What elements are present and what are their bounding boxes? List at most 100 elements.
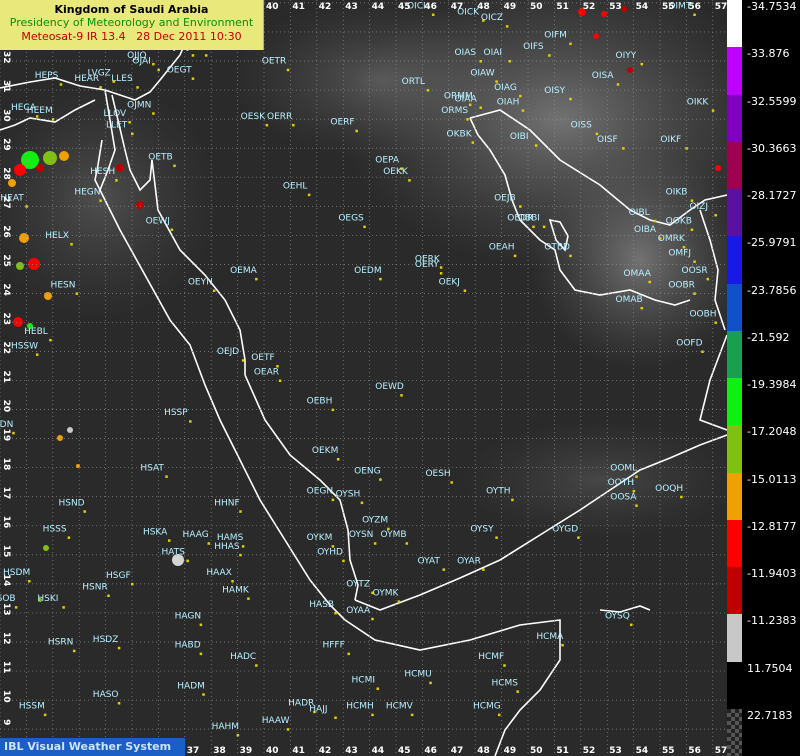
station-label: OJJO	[127, 51, 146, 61]
lat-label: 9	[1, 719, 11, 725]
lon-label-top: 56	[688, 2, 701, 12]
station-label: LVGZ	[88, 68, 111, 78]
station-marker	[117, 702, 121, 705]
lon-label-bottom: 39	[240, 746, 253, 756]
station-label: OOBH	[689, 309, 716, 319]
legend-swatch	[727, 708, 742, 756]
station-label: OYHD	[317, 548, 343, 558]
station-label: HASB	[309, 600, 334, 610]
station-marker	[471, 141, 475, 144]
station-marker	[376, 687, 380, 690]
station-label: ORMS	[441, 106, 468, 116]
agency-title: Presidency of Meteorology and Environmen…	[9, 16, 254, 29]
station-label: HAAG	[183, 530, 209, 540]
lat-label: 17	[1, 487, 11, 500]
station-marker	[191, 54, 195, 57]
lat-label: 31	[1, 80, 11, 93]
legend-swatch	[727, 614, 742, 662]
station-label: HSAT	[140, 463, 164, 473]
station-marker	[212, 289, 216, 292]
station-label: HSND	[58, 498, 84, 508]
station-marker	[25, 205, 28, 208]
station-label: OIBL	[629, 208, 650, 218]
station-label: OERR	[267, 112, 292, 122]
station-label: OIAH	[497, 97, 520, 107]
station-label: HELX	[45, 231, 69, 241]
station-label: OOFD	[676, 339, 702, 349]
station-label: OYAA	[346, 606, 371, 616]
station-label: OOKB	[666, 216, 692, 226]
station-label: OEBH	[307, 397, 333, 407]
station-marker	[204, 54, 208, 57]
station-marker	[292, 123, 295, 127]
station-marker	[693, 292, 696, 295]
station-marker	[635, 475, 638, 478]
station-marker	[690, 228, 694, 231]
map-canvas: OICIOICKOICZOIMTOJHROJHFOIFSOIFMOIASOIAI…	[0, 0, 727, 756]
station-marker	[236, 733, 240, 737]
legend-value: 11.7504	[747, 661, 793, 675]
legend-swatch	[727, 141, 742, 189]
station-marker	[199, 652, 203, 656]
station-label: OOSR	[682, 266, 708, 276]
station-marker	[379, 277, 382, 281]
station-label: OIAS	[454, 48, 476, 58]
legend-value: -33.876	[747, 47, 790, 61]
station-label: HAHM	[212, 722, 239, 732]
station-marker	[640, 62, 644, 66]
station-label: OEPA	[375, 155, 400, 165]
lon-label-bottom: 56	[688, 746, 701, 756]
footer-bar: IBL Visual Weather System	[0, 738, 185, 756]
station-marker	[653, 219, 657, 223]
station-label: OIBA	[634, 225, 657, 235]
station-label: OIAI	[484, 48, 503, 58]
lon-label-top: 47	[451, 2, 464, 12]
station-label: LLET	[106, 121, 128, 131]
station-marker	[516, 690, 519, 693]
lat-label: 28	[1, 167, 11, 180]
station-label: HECA	[11, 103, 37, 113]
station-label: OEKM	[312, 446, 338, 456]
station-marker	[519, 205, 522, 208]
station-marker	[239, 510, 242, 513]
station-label: OYAT	[418, 556, 441, 566]
station-label: OIKF	[660, 135, 681, 145]
station-label: HESH	[90, 167, 115, 177]
station-marker	[648, 280, 651, 284]
legend-value: 22.7183	[747, 708, 793, 722]
station-marker	[355, 129, 358, 133]
station-label: OISA	[592, 71, 615, 81]
station-label: HSSP	[164, 408, 188, 418]
cloud-mass-arabian-sea	[460, 420, 727, 540]
lon-label-bottom: 51	[556, 746, 569, 756]
station-label: OETB	[148, 153, 172, 163]
station-label: OYZM	[362, 516, 388, 526]
station-marker	[265, 123, 269, 127]
station-label: OMFJ	[668, 248, 691, 258]
station-marker	[439, 266, 443, 269]
station-label: OIAG	[494, 83, 517, 93]
lat-label: 30	[1, 109, 11, 122]
legend-value: -25.9791	[747, 236, 797, 250]
station-marker	[685, 147, 688, 150]
station-marker	[569, 254, 572, 258]
legend-swatch	[727, 189, 742, 237]
satellite-map[interactable]: OICIOICKOICZOIMTOJHROJHFOIFSOIFMOIASOIAI…	[0, 0, 727, 756]
station-marker	[336, 457, 340, 461]
station-label: OOML	[610, 463, 637, 473]
legend-value: -23.7856	[747, 283, 797, 297]
station-label: HSKA	[143, 527, 168, 537]
lat-label: 27	[1, 196, 11, 209]
legend-value: -12.8177	[747, 519, 797, 533]
station-marker	[503, 664, 506, 667]
station-label: OOQH	[655, 484, 683, 494]
station-marker	[513, 254, 517, 258]
station-label: HCMF	[478, 652, 504, 662]
legend-value: -11.2383	[747, 614, 797, 628]
station-marker	[693, 260, 696, 263]
station-label: OEHL	[283, 182, 308, 192]
legend-value: -32.5599	[747, 94, 797, 108]
station-label: OICZ	[481, 13, 503, 23]
station-label: HABD	[175, 641, 201, 651]
station-label: ORTL	[402, 77, 425, 87]
